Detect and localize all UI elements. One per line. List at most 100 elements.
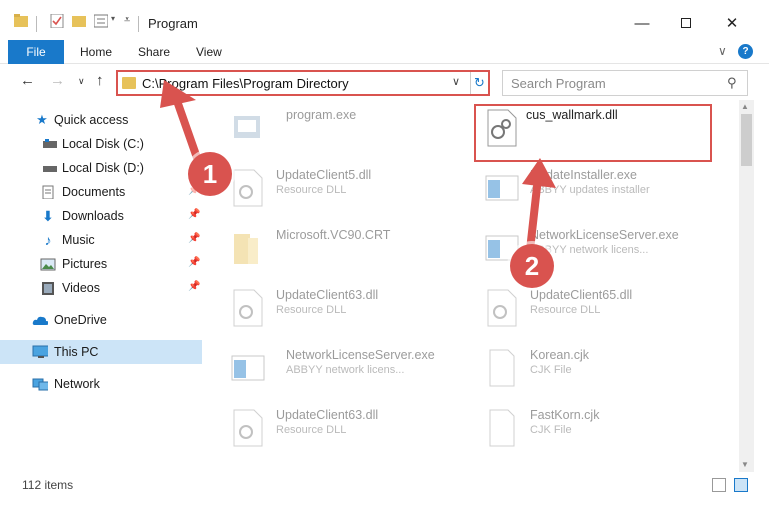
sidebar-item-label: Music [62,233,95,247]
status-bar: 112 items [0,474,769,496]
sidebar-item-onedrive[interactable]: OneDrive [0,308,202,332]
file-type: ABBYY updates installer [530,184,650,196]
file-item-korean-cjk[interactable]: Korean.cjk CJK File [474,340,722,396]
dropdown-chevron-icon[interactable]: ▾ [111,14,115,23]
file-item-networklicenseserver-exe[interactable]: NetworkLicenseServer.exe ABBYY network l… [220,340,468,396]
application-icon [231,355,265,381]
expand-ribbon-chevron-icon[interactable]: ∨ [718,44,727,58]
properties-icon[interactable] [50,14,64,28]
dll-gear-icon [233,169,263,207]
close-button[interactable]: ✕ [712,10,752,36]
file-name: Korean.cjk [530,348,590,362]
tab-share[interactable]: Share [138,45,170,59]
file-item-program-exe[interactable]: program.exe [220,100,468,156]
sidebar-item-label: Local Disk (C:) [62,137,144,151]
recent-locations-chevron-icon[interactable]: ∨ [78,76,85,87]
drive-icon [43,139,57,148]
file-item-updateclient63-dll[interactable]: UpdateClient63.dll Resource DLL [220,280,468,336]
file-type: CJK File [530,364,572,376]
file-item-updateclient65-dll[interactable]: UpdateClient65.dll Resource DLL [474,280,722,336]
star-icon: ★ [36,112,48,127]
sidebar-item-label: OneDrive [54,313,107,327]
sidebar-item-quick-access[interactable]: ★ Quick access [0,108,202,132]
download-arrow-icon: ⬇ [42,207,54,224]
new-folder-icon[interactable] [72,14,86,28]
folder-icon [234,234,258,264]
sidebar-item-music[interactable]: ♪ Music 📌 [0,228,202,252]
tab-file[interactable]: File [8,40,64,64]
documents-icon [42,185,54,199]
sidebar-item-label: Pictures [62,257,108,271]
sidebar-item-documents[interactable]: Documents 📌 [0,180,202,204]
file-name: NetworkLicenseServer.exe [286,348,435,362]
file-item-fastkorn-cjk[interactable]: FastKorn.cjk CJK File [474,400,722,456]
videos-icon [42,282,54,295]
pin-icon[interactable]: 📌 [188,257,200,268]
search-input[interactable]: Search Program [511,76,606,91]
maximize-button[interactable] [666,10,706,36]
search-icon[interactable]: ⚲ [727,75,737,91]
drive-icon [43,166,57,172]
file-item-microsoft-vc90-crt[interactable]: Microsoft.VC90.CRT [220,220,468,276]
search-box[interactable]: Search Program ⚲ [502,70,748,96]
pictures-icon [40,258,56,271]
scroll-thumb[interactable] [741,114,752,166]
minimize-button[interactable]: — [622,10,662,36]
sidebar-item-label: This PC [54,345,99,359]
details-view-icon[interactable] [712,478,726,492]
sidebar-item-local-disk-c[interactable]: Local Disk (C:) [0,132,202,156]
file-type: ABBYY network licens... [286,364,405,376]
music-note-icon: ♪ [44,232,52,248]
tab-view[interactable]: View [196,45,222,59]
computer-icon [32,345,48,358]
dll-gear-icon [233,289,263,327]
step-2-badge: 2 [510,244,554,288]
file-name: UpdateClient63.dll [276,408,379,422]
help-icon[interactable]: ? [738,44,753,59]
sidebar-item-downloads[interactable]: ⬇ Downloads 📌 [0,204,202,228]
title-bar: ▾ ⩡ Program — ✕ [0,0,769,40]
file-item-updateclient63-dll[interactable]: UpdateClient63.dll Resource DLL [220,400,468,456]
address-bar[interactable]: C:\Program Files\Program Directory ∨ ↻ [116,70,490,96]
customize-toolbar-icon[interactable]: ⩡ [124,14,130,27]
sidebar-item-label: Quick access [54,113,129,127]
refresh-icon[interactable]: ↻ [470,72,488,94]
sidebar-item-label: Documents [62,185,126,199]
sidebar-item-local-disk-d[interactable]: Local Disk (D:) [0,156,202,180]
sidebar-item-pictures[interactable]: Pictures 📌 [0,252,202,276]
file-name: FastKorn.cjk [530,408,600,422]
step-1-badge: 1 [188,152,232,196]
pin-icon[interactable]: 📌 [188,209,200,220]
pin-icon[interactable]: 📌 [188,281,200,292]
blank-file-icon [489,409,515,447]
blank-file-icon [489,349,515,387]
view-options-icon[interactable] [94,14,108,28]
scroll-up-icon[interactable]: ▲ [741,102,749,111]
file-name: UpdateClient63.dll [276,288,379,302]
tab-home[interactable]: Home [80,45,112,59]
application-icon [234,116,260,138]
file-name: program.exe [286,108,357,122]
up-arrow-icon[interactable]: ↑ [96,72,104,89]
navigation-bar: ← → ∨ ↑ C:\Program Files\Program Directo… [0,64,769,100]
sidebar-item-network[interactable]: Network [0,372,202,396]
sidebar-item-this-pc[interactable]: This PC [0,340,202,364]
vertical-scrollbar[interactable]: ▲ ▼ [739,100,754,472]
pin-icon[interactable]: 📌 [188,233,200,244]
dll-gear-icon [233,409,263,447]
sidebar-item-label: Local Disk (D:) [62,161,144,175]
scroll-down-icon[interactable]: ▼ [741,460,749,469]
file-item-updateinstaller-exe[interactable]: UpdateInstaller.exe ABBYY updates instal… [474,160,722,216]
folder-icon [14,14,28,27]
back-arrow-icon[interactable]: ← [20,72,35,89]
target-file-highlight [474,104,712,162]
file-name: Microsoft.VC90.CRT [276,228,391,242]
large-icons-view-icon[interactable] [734,478,748,492]
file-name: NetworkLicenseServer.exe [530,228,679,242]
forward-arrow-icon[interactable]: → [50,72,65,89]
file-item-updateclient5-dll[interactable]: UpdateClient5.dll Resource DLL [220,160,468,216]
file-name: UpdateInstaller.exe [530,168,638,182]
sidebar-item-videos[interactable]: Videos 📌 [0,276,202,300]
address-history-chevron-icon[interactable]: ∨ [452,75,460,88]
cloud-icon [32,316,48,325]
